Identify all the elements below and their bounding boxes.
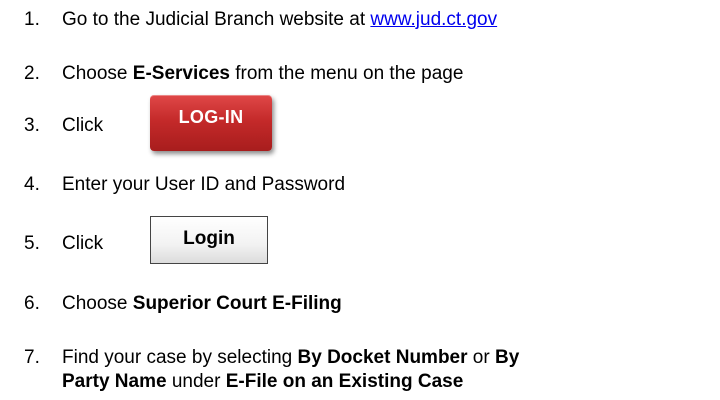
step-number: 3. [24,115,40,136]
judicial-website-link[interactable]: www.jud.ct.gov [370,9,497,30]
step-7-line-1: Find your case by selecting By Docket Nu… [62,346,519,370]
superior-court-efiling-label: Superior Court E-Filing [132,293,342,314]
step-6-pre: Choose [62,293,133,314]
step-1-text: Go to the Judicial Branch website at [62,9,371,30]
step-number: 2. [24,63,40,84]
step-7-pre: Find your case by selecting [62,347,298,368]
step-3-text: Click [62,115,104,136]
log-in-button[interactable]: LOG-IN [150,95,272,151]
step-2-post: from the menu on the page [229,63,464,84]
party-name-label: Party Name [62,371,167,392]
e-services-label: E-Services [132,63,230,84]
step-number: 1. [24,9,40,30]
step-7-line-2: Party Name under E-File on an Existing C… [62,370,463,394]
step-number: 7. [24,347,40,368]
step-text: Choose Superior Court E-Filing [62,292,342,316]
step-7-under: under [166,371,226,392]
step-7-or: or [467,347,495,368]
step-number: 6. [24,293,40,314]
step-2-pre: Choose [62,63,133,84]
step-text: Go to the Judicial Branch website at www… [62,8,497,32]
step-4-text: Enter your User ID and Password [62,174,346,195]
by-docket-number-label: By Docket Number [297,347,468,368]
efile-existing-case-label: E-File on an Existing Case [225,371,464,392]
step-number: 4. [24,174,40,195]
step-text: Choose E-Services from the menu on the p… [62,62,463,86]
by-label: By [494,347,520,368]
step-number: 5. [24,233,40,254]
login-button[interactable]: Login [150,216,268,264]
step-5-text: Click [62,233,104,254]
